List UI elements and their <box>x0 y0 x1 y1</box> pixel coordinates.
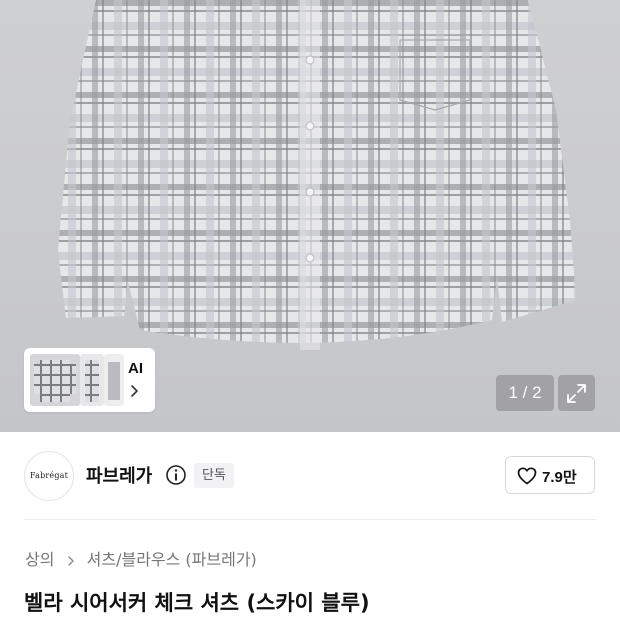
brand-name[interactable]: 파브레가 <box>86 462 152 488</box>
like-count: 7.9만 <box>542 469 577 486</box>
breadcrumb-item-category[interactable]: 상의 <box>25 550 54 569</box>
divider <box>24 519 596 520</box>
chevron-right-icon <box>67 555 74 566</box>
expand-image-button[interactable] <box>558 375 595 411</box>
ai-label: AI <box>128 360 143 377</box>
exclusive-badge: 단독 <box>194 463 234 488</box>
like-button[interactable]: 7.9만 <box>505 456 595 494</box>
image-pager: 1 / 2 <box>496 375 554 411</box>
heart-icon <box>517 467 537 485</box>
info-icon[interactable] <box>165 464 187 486</box>
product-title: 벨라 시어서커 체크 셔츠 (스카이 블루) <box>24 591 370 615</box>
chevron-right-icon <box>131 385 138 397</box>
breadcrumb: 상의 셔츠/블라우스 (파브레가) <box>25 546 257 570</box>
ai-thumbnail-images <box>30 354 124 406</box>
ai-styling-card[interactable]: AI <box>24 348 155 412</box>
breadcrumb-item-subcategory[interactable]: 셔츠/블라우스 (파브레가) <box>87 550 257 569</box>
brand-row: Fabrégat 파브레가 단독 7.9만 <box>0 432 620 520</box>
brand-logo[interactable]: Fabrégat <box>24 451 74 501</box>
product-image-gallery[interactable]: AI 1 / 2 <box>0 0 620 432</box>
expand-icon <box>567 384 586 403</box>
